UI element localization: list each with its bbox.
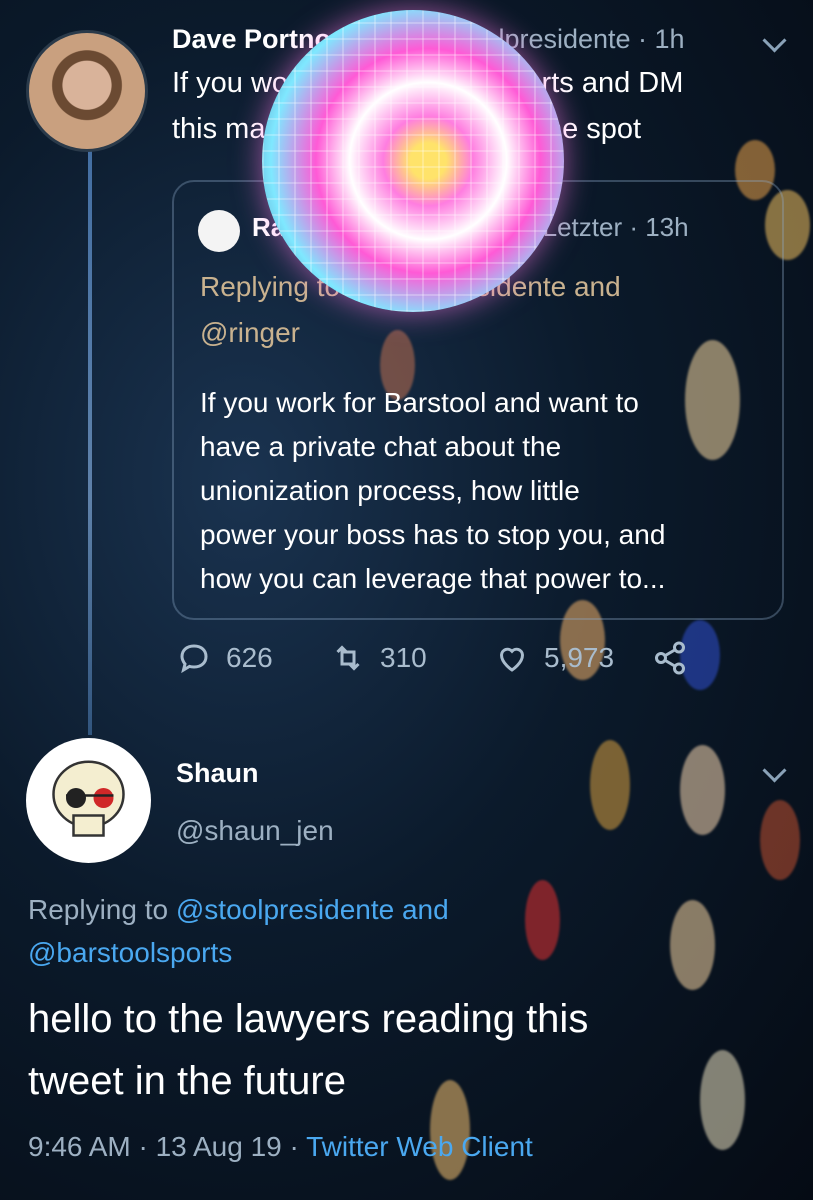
bokeh-light <box>525 880 560 960</box>
quoted-text-line: how you can leverage that power to... <box>200 563 666 594</box>
reply-target-link[interactable]: @barstoolsports <box>28 936 232 969</box>
author-name[interactable]: Shaun <box>176 758 259 790</box>
retweet-button[interactable]: 310 <box>330 640 427 676</box>
share-icon <box>655 641 685 675</box>
bokeh-light <box>760 800 800 880</box>
quoted-text-line: power your boss has to stop you, and <box>200 519 666 550</box>
retweet-icon <box>336 645 360 671</box>
tweet-text: and DM <box>573 67 684 99</box>
reply-count: 626 <box>226 642 273 673</box>
retweet-count: 310 <box>380 642 427 673</box>
bokeh-light <box>590 740 630 830</box>
reply-target-link[interactable]: @stoolpresidente and <box>176 894 449 925</box>
timestamp: 9:46 AM · 13 Aug 19 · <box>28 1131 307 1162</box>
bokeh-light <box>700 1050 745 1150</box>
avatar[interactable] <box>26 738 151 863</box>
chevron-down-icon[interactable] <box>762 28 787 53</box>
avatar <box>198 210 240 252</box>
like-icon <box>499 647 525 672</box>
share-button[interactable] <box>652 640 688 676</box>
skull-icon <box>52 760 125 837</box>
reply-target-link[interactable]: @ringer <box>200 316 300 349</box>
like-button[interactable]: 5,973 <box>494 640 614 676</box>
author-handle[interactable]: @shaun_jen <box>176 814 334 847</box>
client-link[interactable]: Twitter Web Client <box>306 1131 533 1162</box>
quoted-text-line: have a private chat about the <box>200 431 562 462</box>
reply-button[interactable]: 626 <box>176 640 273 676</box>
quoted-text-line: If you work for Barstool and want to <box>200 387 639 418</box>
chevron-down-icon[interactable] <box>762 758 787 783</box>
thread-connector-line <box>88 145 92 735</box>
avatar[interactable] <box>26 30 148 152</box>
tweet-text: hello to the lawyers reading this <box>28 997 589 1041</box>
tweet-text: tweet in the future <box>28 1059 346 1103</box>
quoted-text-line: unionization process, how little <box>200 475 580 506</box>
like-count: 5,973 <box>544 642 615 673</box>
bokeh-light <box>670 900 715 990</box>
reply-icon <box>180 644 208 674</box>
bokeh-light <box>680 745 725 835</box>
reply-prefix: Replying to <box>28 894 169 925</box>
disco-ball-sticker <box>262 10 564 312</box>
